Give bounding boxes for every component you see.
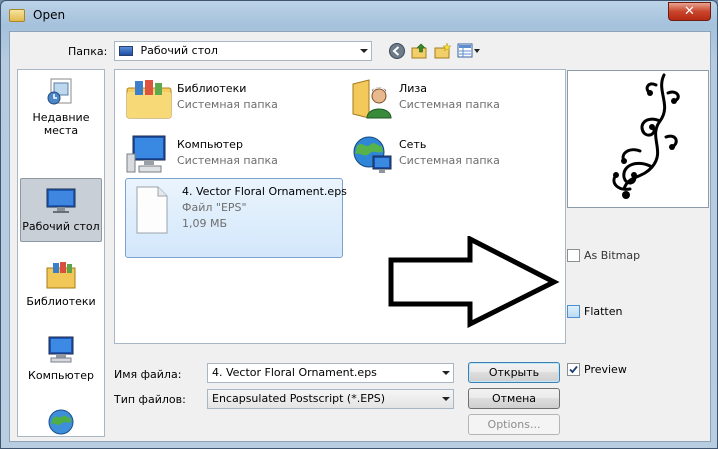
network-icon [45, 406, 77, 438]
preview-checkbox[interactable] [567, 363, 580, 376]
file-type: Системная папка [399, 98, 500, 111]
chevron-down-icon [360, 49, 368, 53]
place-recent[interactable]: Недавние места [20, 76, 102, 137]
chevron-down-icon [442, 397, 450, 401]
close-button[interactable]: ✕ [668, 2, 711, 21]
place-label: Компьютер [28, 369, 94, 382]
title-bar[interactable]: Open ✕ [1, 1, 717, 29]
file-size: 1,09 МБ [182, 217, 228, 230]
filename-label: Имя файла: [114, 368, 182, 381]
file-type: Файл "EPS" [182, 201, 247, 214]
list-item[interactable]: Лиза Системная папка [343, 74, 553, 120]
place-label: Недавние места [32, 111, 90, 137]
folder-select[interactable]: Рабочий стол [114, 41, 372, 61]
up-folder-icon[interactable] [411, 42, 429, 60]
user-folder-icon [352, 79, 392, 119]
places-bar: Недавние места Рабочий стол Библиотеки К… [17, 69, 105, 437]
eps-file-icon [136, 186, 168, 234]
place-label: Библиотеки [26, 295, 96, 308]
filetype-select[interactable]: Encapsulated Postscript (*.EPS) [207, 389, 454, 409]
file-name: 4. Vector Floral Ornament.eps [182, 185, 347, 198]
filetype-value: Encapsulated Postscript (*.EPS) [212, 392, 386, 405]
filename-input[interactable]: 4. Vector Floral Ornament.eps [207, 363, 454, 383]
folder-icon [9, 9, 25, 22]
place-desktop[interactable]: Рабочий стол [20, 178, 102, 242]
as-bitmap-checkbox[interactable] [567, 249, 580, 262]
file-name: Библиотеки [177, 82, 247, 95]
folder-label: Папка: [68, 45, 108, 58]
place-computer[interactable]: Компьютер [20, 334, 102, 382]
place-label: Рабочий стол [22, 220, 100, 233]
desktop-small-icon [119, 46, 133, 56]
flatten-label: Flatten [584, 305, 623, 318]
preview-label: Preview [584, 363, 627, 376]
libraries-folder-icon [126, 80, 172, 119]
chevron-down-icon[interactable] [442, 371, 450, 375]
back-icon[interactable] [388, 42, 406, 60]
view-menu-icon[interactable] [457, 42, 481, 60]
file-name: Лиза [399, 82, 428, 95]
computer-icon [45, 334, 77, 366]
network-globe-icon [353, 136, 392, 173]
desktop-icon [45, 185, 77, 217]
place-network[interactable] [20, 406, 102, 441]
flatten-checkbox[interactable] [567, 305, 580, 318]
file-name: Компьютер [177, 138, 243, 151]
file-name: Сеть [399, 138, 427, 151]
file-type: Системная папка [399, 154, 500, 167]
place-libraries[interactable]: Библиотеки [20, 260, 102, 308]
filetype-label: Тип файлов: [114, 393, 186, 406]
list-item[interactable]: Библиотеки Системная папка [121, 74, 331, 120]
list-item[interactable]: Компьютер Системная папка [121, 130, 331, 176]
recent-places-icon [45, 76, 77, 108]
dialog-client-area: Папка: Рабочий стол Недавние места Рабоч… [9, 31, 711, 442]
folder-select-value: Рабочий стол [140, 44, 218, 57]
computer-icon [126, 135, 166, 173]
file-type: Системная папка [177, 154, 278, 167]
open-button[interactable]: Открыть [468, 362, 560, 383]
options-button[interactable]: Options... [468, 414, 560, 435]
new-folder-icon[interactable] [434, 42, 452, 60]
list-item-selected[interactable]: 4. Vector Floral Ornament.eps Файл "EPS"… [125, 178, 347, 258]
annotation-arrow-icon [388, 236, 560, 328]
libraries-icon [45, 260, 77, 292]
as-bitmap-label: As Bitmap [584, 249, 641, 262]
filename-value: 4. Vector Floral Ornament.eps [212, 366, 377, 379]
preview-pane [567, 70, 709, 208]
cancel-button[interactable]: Отмена [468, 388, 560, 409]
window-title: Open [33, 8, 66, 22]
open-dialog-window: Open ✕ Папка: Рабочий стол Недавние мест… [0, 0, 718, 449]
file-type: Системная папка [177, 98, 278, 111]
checkmark-icon [569, 365, 578, 374]
list-item[interactable]: Сеть Системная папка [343, 130, 553, 176]
floral-ornament-thumbnail [612, 73, 680, 199]
